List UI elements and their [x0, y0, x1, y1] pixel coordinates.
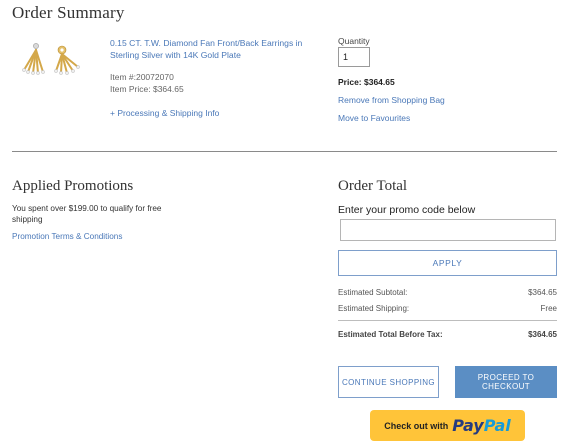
move-to-favourites-link[interactable]: Move to Favourites — [338, 113, 410, 123]
item-number: Item #:20072070 — [110, 72, 174, 82]
applied-promotions-title: Applied Promotions — [12, 178, 134, 194]
total-label: Estimated Total Before Tax: — [338, 330, 443, 339]
remove-from-bag-link[interactable]: Remove from Shopping Bag — [338, 95, 445, 105]
estimated-subtotal-row: Estimated Subtotal: $364.65 — [338, 288, 557, 297]
shipping-label: Estimated Shipping: — [338, 304, 410, 313]
paypal-checkout-button[interactable]: Check out with PayPal — [370, 410, 525, 441]
order-summary-title: Order Summary — [12, 3, 125, 22]
quantity-input[interactable] — [338, 47, 370, 67]
total-value: $364.65 — [528, 330, 557, 339]
estimated-shipping-row: Estimated Shipping: Free — [338, 304, 557, 313]
quantity-label: Quantity — [338, 36, 370, 46]
estimated-total-row: Estimated Total Before Tax: $364.65 — [338, 330, 557, 339]
earring-left-icon — [22, 43, 45, 75]
proceed-to-checkout-button[interactable]: PROCEED TO CHECKOUT — [455, 366, 557, 398]
shipping-value: Free — [540, 304, 557, 313]
product-image[interactable] — [16, 40, 86, 76]
section-divider — [12, 151, 557, 152]
product-name-link[interactable]: 0.15 CT. T.W. Diamond Fan Front/Back Ear… — [110, 37, 332, 61]
processing-shipping-info-link[interactable]: + Processing & Shipping Info — [110, 108, 219, 118]
promotion-terms-link[interactable]: Promotion Terms & Conditions — [12, 232, 122, 241]
summary-divider — [338, 320, 557, 321]
promotion-message: You spent over $199.00 to qualify for fr… — [12, 204, 162, 224]
subtotal-value: $364.65 — [528, 288, 557, 297]
subtotal-label: Estimated Subtotal: — [338, 288, 408, 297]
continue-shopping-button[interactable]: CONTINUE SHOPPING — [338, 366, 439, 398]
promo-code-label: Enter your promo code below — [338, 204, 476, 216]
apply-button[interactable]: APPLY — [338, 250, 557, 276]
earring-right-icon — [54, 45, 80, 75]
item-price: Item Price: $364.65 — [110, 84, 184, 94]
paypal-prefix: Check out with — [384, 420, 449, 431]
order-total-title: Order Total — [338, 178, 408, 194]
paypal-logo-icon: PayPal — [452, 416, 511, 435]
line-price: Price: $364.65 — [338, 77, 395, 87]
promo-code-input[interactable] — [340, 219, 556, 241]
